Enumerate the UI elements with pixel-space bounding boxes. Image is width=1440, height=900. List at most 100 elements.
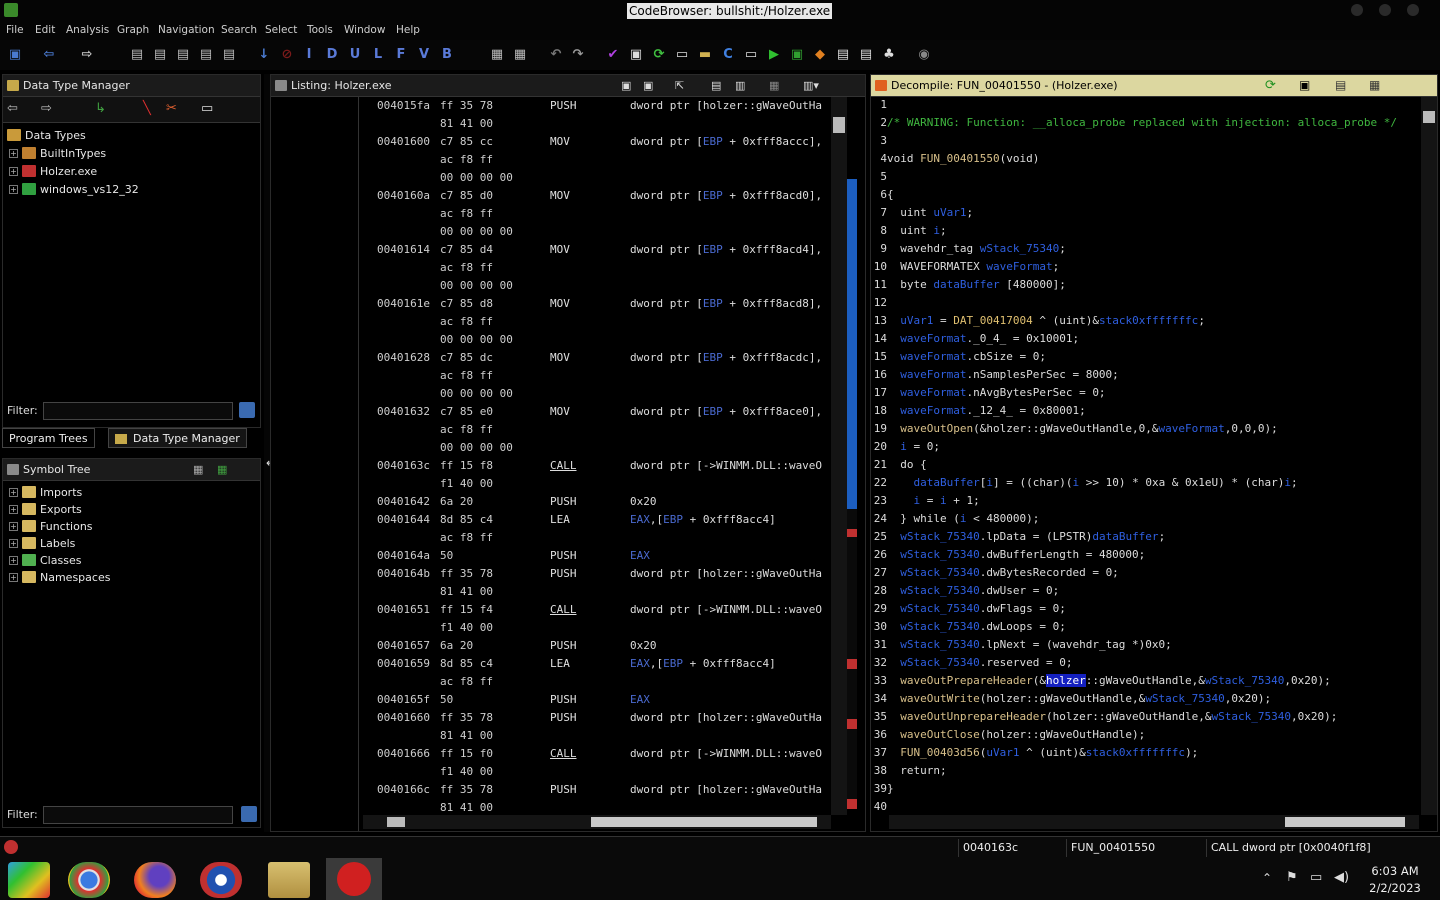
table-icon[interactable]: ▤ bbox=[834, 46, 852, 64]
code-line[interactable]: i = i + 1; bbox=[887, 494, 980, 507]
maximize-button[interactable] bbox=[1379, 4, 1391, 16]
code-line[interactable]: waveOutOpen(&holzer::gWaveOutHandle,0,&w… bbox=[887, 422, 1278, 435]
toolbar-letter-u[interactable]: U bbox=[346, 46, 364, 64]
listing-row[interactable]: 0040164a 50 PUSH EAX bbox=[363, 547, 831, 565]
listing-row[interactable]: 81 41 00 bbox=[363, 583, 831, 601]
listing-row[interactable]: 00 00 00 00 bbox=[363, 439, 831, 457]
code-line[interactable]: uint uVar1; bbox=[887, 206, 973, 219]
code-line[interactable]: WAVEFORMATEX waveFormat; bbox=[887, 260, 1059, 273]
undo-icon[interactable]: ↶ bbox=[547, 46, 565, 64]
function-graph-icon[interactable]: ▣ bbox=[627, 46, 645, 64]
listing-row[interactable]: 00401660 ff 35 78 PUSH dword ptr [holzer::g… bbox=[363, 709, 831, 727]
code-line[interactable]: { bbox=[887, 188, 894, 201]
listing-row[interactable]: ac f8 ff bbox=[363, 529, 831, 547]
firefox-icon[interactable] bbox=[134, 862, 176, 898]
listing-row[interactable]: 00 00 00 00 bbox=[363, 169, 831, 187]
code-line[interactable]: } while (i < 480000); bbox=[887, 512, 1039, 525]
filter-options-icon[interactable] bbox=[241, 806, 257, 822]
listing-row[interactable]: ac f8 ff bbox=[363, 151, 831, 169]
network-icon[interactable]: ▭ bbox=[1310, 870, 1322, 885]
listing-row[interactable]: 0040164b ff 35 78 PUSH dword ptr [holzer::g… bbox=[363, 565, 831, 583]
listing-row[interactable]: 81 41 00 bbox=[363, 115, 831, 133]
diff-icon[interactable]: ▥ bbox=[735, 79, 745, 92]
nav-doc-icon[interactable]: ▤ bbox=[128, 46, 146, 64]
tree-item-holzer[interactable]: + Holzer.exe bbox=[9, 163, 97, 180]
script-icon[interactable]: C bbox=[719, 46, 737, 64]
memory-icon[interactable]: ▦ bbox=[488, 46, 506, 64]
back-icon[interactable]: ⇦ bbox=[40, 46, 58, 64]
dtm-tree-icon[interactable]: ↳ bbox=[95, 101, 106, 116]
menu-select[interactable]: Select bbox=[265, 24, 297, 36]
toolbar-letter-i[interactable]: I bbox=[300, 46, 318, 64]
window-icon[interactable]: ▭ bbox=[673, 46, 691, 64]
listing-row[interactable]: 00401644 8d 85 c4 LEA EAX,[EBP + 0xfff8acc4… bbox=[363, 511, 831, 529]
menu-navigation[interactable]: Navigation bbox=[158, 24, 215, 36]
dtm-filter-off-icon[interactable]: ╲ bbox=[143, 101, 151, 116]
listing-row[interactable]: ac f8 ff bbox=[363, 313, 831, 331]
diamond-icon[interactable]: ◆ bbox=[811, 46, 829, 64]
listing-row[interactable]: ac f8 ff bbox=[363, 673, 831, 691]
listing-row[interactable]: 0040163c ff 15 f8 CALL dword ptr [->WINMM.D… bbox=[363, 457, 831, 475]
listing-row[interactable]: f1 40 00 bbox=[363, 475, 831, 493]
forward-icon[interactable]: ⇨ bbox=[78, 46, 96, 64]
menu-analysis[interactable]: Analysis bbox=[66, 24, 109, 36]
code-line[interactable]: waveOutUnprepareHeader(holzer::gWaveOutH… bbox=[887, 710, 1337, 723]
toolbar-letter-d[interactable]: D bbox=[323, 46, 341, 64]
code-line[interactable]: waveFormat.nAvgBytesPerSec = 0; bbox=[887, 386, 1105, 399]
nav-doc2-icon[interactable]: ▤ bbox=[151, 46, 169, 64]
symbol-tree-nav-icon[interactable]: ▦ bbox=[217, 463, 227, 476]
code-line[interactable]: FUN_00403d56(uVar1 ^ (uint)&stack0xfffff… bbox=[887, 746, 1198, 759]
code-line[interactable]: waveFormat.nSamplesPerSec = 8000; bbox=[887, 368, 1119, 381]
clock[interactable]: 6:03 AM 2/2/2023 bbox=[1360, 864, 1430, 895]
redo-icon[interactable]: ↷ bbox=[569, 46, 587, 64]
listing-row[interactable]: 00 00 00 00 bbox=[363, 331, 831, 349]
bookmark-icon[interactable]: ▦ bbox=[511, 46, 529, 64]
listing-row[interactable]: 00401651 ff 15 f4 CALL dword ptr [->WINMM.D… bbox=[363, 601, 831, 619]
code-line[interactable]: waveFormat.cbSize = 0; bbox=[887, 350, 1046, 363]
code-line[interactable]: wavehdr_tag wStack_75340; bbox=[887, 242, 1066, 255]
dtm-filter-input[interactable] bbox=[43, 402, 233, 420]
tree-item-labels[interactable]: + Labels bbox=[9, 535, 75, 552]
decompile-hscroll-thumb[interactable] bbox=[1285, 817, 1405, 827]
listing-row[interactable]: 00401628 c7 85 dc MOV dword ptr [EBP + 0xff… bbox=[363, 349, 831, 367]
tray-expand-icon[interactable]: ⌃ bbox=[1262, 871, 1272, 885]
snapshot-icon[interactable]: ▦ bbox=[1369, 78, 1380, 92]
nav-doc3-icon[interactable]: ▤ bbox=[174, 46, 192, 64]
symbol-filter-input[interactable] bbox=[43, 806, 233, 824]
settings-icon[interactable]: ◉ bbox=[915, 46, 933, 64]
check-icon[interactable]: ✔ bbox=[604, 46, 622, 64]
decompile-scrollbar[interactable] bbox=[1421, 97, 1437, 815]
listing-row[interactable]: 00 00 00 00 bbox=[363, 385, 831, 403]
tree-item-imports[interactable]: + Imports bbox=[9, 484, 82, 501]
menu-window[interactable]: Window bbox=[344, 24, 385, 36]
listing-row[interactable]: ac f8 ff bbox=[363, 205, 831, 223]
down-arrow-icon[interactable]: ↓ bbox=[255, 46, 273, 64]
listing-row[interactable]: 00401600 c7 85 cc MOV dword ptr [EBP + 0xff… bbox=[363, 133, 831, 151]
listing-row[interactable]: 00401657 6a 20 PUSH 0x20 bbox=[363, 637, 831, 655]
code-line[interactable]: void FUN_00401550(void) bbox=[887, 152, 1039, 165]
listing-scrollbar[interactable] bbox=[831, 97, 847, 815]
code-line[interactable]: uVar1 = DAT_00417004 ^ (uint)&stack0xfff… bbox=[887, 314, 1205, 327]
layout-dropdown-icon[interactable]: ▥▾ bbox=[803, 79, 819, 92]
menu-edit[interactable]: Edit bbox=[35, 24, 55, 36]
paste-icon[interactable]: ▣ bbox=[643, 79, 653, 92]
listing-row[interactable]: 00401642 6a 20 PUSH 0x20 bbox=[363, 493, 831, 511]
listing-row[interactable]: 004015fa ff 35 78 PUSH dword ptr [holzer::g… bbox=[363, 97, 831, 115]
folder-icon[interactable]: ▬ bbox=[696, 46, 714, 64]
run-icon[interactable]: ▶ bbox=[765, 46, 783, 64]
toolbar-letter-v[interactable]: V bbox=[415, 46, 433, 64]
decompile-hscroll[interactable] bbox=[889, 815, 1419, 829]
cursor-icon[interactable]: ⇱ bbox=[675, 79, 684, 92]
refresh-icon[interactable]: ⟳ bbox=[1265, 78, 1276, 93]
listing-row[interactable]: 81 41 00 bbox=[363, 799, 831, 815]
code-line[interactable]: wStack_75340.dwUser = 0; bbox=[887, 584, 1059, 597]
code-line[interactable]: wStack_75340.dwBufferLength = 480000; bbox=[887, 548, 1145, 561]
code-line[interactable]: i = 0; bbox=[887, 440, 940, 453]
listing-row[interactable]: f1 40 00 bbox=[363, 619, 831, 637]
file-explorer-icon[interactable] bbox=[268, 862, 310, 898]
ghidra-taskbar-item[interactable] bbox=[326, 858, 382, 900]
dtm-collapse-icon[interactable]: ▭ bbox=[201, 101, 213, 116]
flag-icon[interactable]: ⚑ bbox=[1286, 870, 1298, 885]
tab-data-type-manager[interactable]: Data Type Manager bbox=[108, 428, 247, 448]
debug-icon[interactable]: ▣ bbox=[788, 46, 806, 64]
